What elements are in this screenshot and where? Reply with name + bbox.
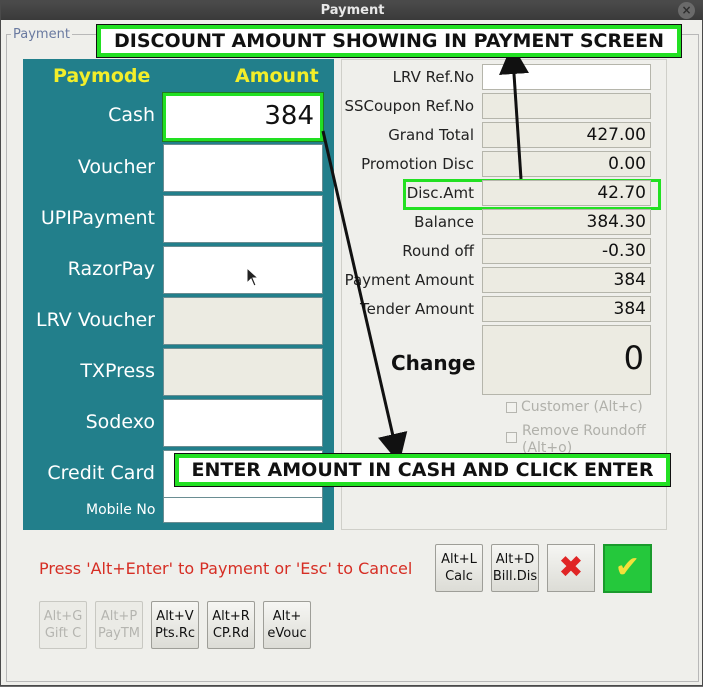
close-icon[interactable]: × bbox=[678, 2, 695, 19]
evouc-button[interactable]: Alt+ eVouc bbox=[263, 601, 311, 649]
disc-amt-label: Disc.Amt bbox=[406, 184, 474, 202]
paymode-header: Paymode bbox=[53, 65, 151, 87]
disc-amt-value: 42.70 bbox=[482, 180, 651, 206]
lrv-voucher-amount-input bbox=[163, 297, 323, 345]
mobile-no-input[interactable] bbox=[163, 497, 323, 523]
paymode-label-voucher: Voucher bbox=[77, 156, 155, 178]
upipayment-amount-input[interactable] bbox=[163, 195, 323, 243]
confirm-checkmark-icon[interactable]: ✔ bbox=[603, 544, 652, 593]
tender-amount-label: Tender Amount bbox=[360, 300, 474, 318]
gift-c-button: Alt+G Gift C bbox=[39, 601, 87, 649]
calc-button[interactable]: Alt+L Calc bbox=[435, 544, 483, 592]
round-off-value: -0.30 bbox=[482, 238, 651, 264]
promotion-disc-label: Promotion Disc bbox=[361, 155, 474, 173]
cancel-icon[interactable]: ✖ bbox=[547, 544, 595, 592]
paymode-label-cash: Cash bbox=[108, 104, 155, 126]
customer-checkbox[interactable]: Customer (Alt+c) bbox=[506, 399, 643, 415]
razorpay-amount-input[interactable] bbox=[163, 246, 323, 294]
change-label: Change bbox=[391, 351, 476, 375]
sscoupon-ref-label: SSCoupon Ref.No bbox=[344, 97, 474, 115]
remove-roundoff-checkbox-box[interactable] bbox=[506, 432, 517, 443]
paytm-button: Alt+P PayTM bbox=[95, 601, 143, 649]
payment-amount-label: Payment Amount bbox=[344, 271, 474, 289]
tender-amount-value: 384 bbox=[482, 296, 651, 322]
paymode-label-upipayment: UPIPayment bbox=[40, 207, 155, 229]
change-value: 0 bbox=[482, 325, 651, 395]
lrv-ref-input[interactable] bbox=[482, 64, 651, 90]
voucher-amount-input[interactable] bbox=[163, 144, 323, 192]
txpress-amount-input bbox=[163, 348, 323, 396]
sscoupon-ref-input bbox=[482, 93, 651, 119]
cash-amount-input[interactable]: 384 bbox=[162, 92, 324, 142]
mouse-cursor-icon bbox=[246, 267, 260, 287]
cp-rd-button[interactable]: Alt+R CP.Rd bbox=[207, 601, 255, 649]
cash-enter-callout: ENTER AMOUNT IN CASH AND CLICK ENTER bbox=[174, 453, 671, 487]
balance-value: 384.30 bbox=[482, 209, 651, 235]
discount-callout: DISCOUNT AMOUNT SHOWING IN PAYMENT SCREE… bbox=[96, 24, 682, 58]
promotion-disc-value: 0.00 bbox=[482, 151, 651, 177]
paymode-label-sodexo: Sodexo bbox=[85, 411, 155, 433]
grand-total-label: Grand Total bbox=[388, 126, 474, 144]
paymode-label-lrv-voucher: LRV Voucher bbox=[36, 309, 155, 331]
grand-total-value: 427.00 bbox=[482, 122, 651, 148]
payment-group-label: Payment bbox=[11, 27, 72, 42]
balance-label: Balance bbox=[414, 213, 474, 231]
keyboard-hint: Press 'Alt+Enter' to Payment or 'Esc' to… bbox=[39, 559, 413, 578]
customer-checkbox-label: Customer (Alt+c) bbox=[521, 399, 643, 415]
amount-header: Amount bbox=[235, 65, 319, 87]
lrv-ref-label: LRV Ref.No bbox=[392, 68, 474, 86]
mobile-no-label: Mobile No bbox=[86, 502, 156, 518]
pts-rc-button[interactable]: Alt+V Pts.Rc bbox=[151, 601, 199, 649]
payment-dialog: Payment × Payment Paymode Amount Cash 38… bbox=[0, 0, 703, 686]
paymode-label-razorpay: RazorPay bbox=[67, 258, 155, 280]
payment-amount-value: 384 bbox=[482, 267, 651, 293]
paymode-label-txpress: TXPress bbox=[80, 360, 155, 382]
title-bar: Payment × bbox=[1, 1, 703, 20]
remove-roundoff-checkbox[interactable]: Remove Roundoff (Alt+o) bbox=[506, 423, 656, 457]
paymode-label-credit-card: Credit Card bbox=[47, 462, 155, 484]
bill-dis-button[interactable]: Alt+D Bill.Dis bbox=[491, 544, 539, 592]
sodexo-amount-input[interactable] bbox=[163, 399, 323, 447]
window-title: Payment bbox=[320, 3, 385, 18]
remove-roundoff-checkbox-label: Remove Roundoff (Alt+o) bbox=[522, 423, 646, 456]
round-off-label: Round off bbox=[402, 242, 474, 260]
customer-checkbox-box[interactable] bbox=[506, 401, 517, 413]
